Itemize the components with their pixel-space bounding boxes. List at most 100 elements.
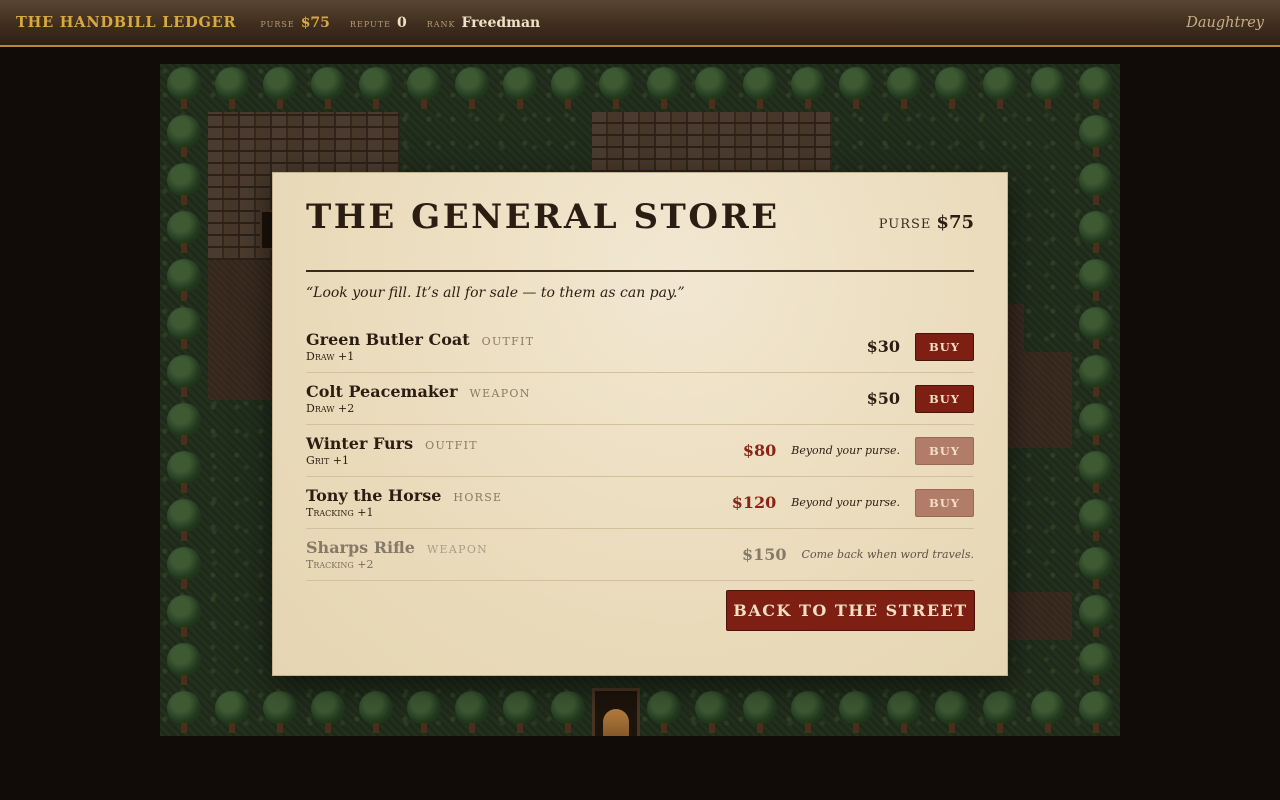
item-price: $30 [866, 337, 900, 356]
item-name: Green Butler Coat [306, 330, 470, 349]
dirt-yard-left [208, 260, 272, 400]
tree [976, 64, 1024, 112]
tree [1072, 208, 1120, 256]
tree [832, 688, 880, 736]
purse-value: $75 [300, 14, 330, 31]
tree [1072, 640, 1120, 688]
tree [1024, 688, 1072, 736]
tree [304, 64, 352, 112]
tree-line-top [160, 64, 1120, 112]
item-info: Tony the Horse HORSE Tracking +1 [306, 486, 732, 519]
building-right [592, 112, 832, 172]
tree [1072, 592, 1120, 640]
buy-button-colt-peacemaker[interactable]: BUY [915, 384, 974, 413]
item-bonus: Tracking +2 [306, 558, 374, 571]
item-category: OUTFIT [425, 439, 478, 452]
tree [160, 400, 208, 448]
item-price: $120 [731, 493, 777, 512]
store-dialog: THE GENERAL STORE PURSE $75 “Look your f… [272, 172, 1008, 676]
item-price: $50 [866, 389, 900, 408]
item-note: Beyond your purse. [791, 496, 900, 509]
tree [304, 688, 352, 736]
tree [160, 592, 208, 640]
item-title-row: Colt Peacemaker WEAPON [306, 382, 867, 401]
tree [1072, 352, 1120, 400]
buy-button-tony-the-horse[interactable]: BUY [915, 488, 974, 517]
item-bonus: Draw +2 [306, 402, 355, 415]
tree [880, 64, 928, 112]
tree [208, 688, 256, 736]
item-title-row: Green Butler Coat OUTFIT [306, 330, 867, 349]
tree [640, 64, 688, 112]
tree [1072, 160, 1120, 208]
rank-value: Freedman [461, 14, 541, 31]
tree [880, 688, 928, 736]
item-bonus: Grit +1 [306, 454, 350, 467]
tree-line-right [1072, 112, 1120, 688]
tree [256, 64, 304, 112]
tree [736, 64, 784, 112]
tree-line-bottom [160, 688, 1120, 736]
tree [352, 64, 400, 112]
tree [400, 64, 448, 112]
tree [832, 64, 880, 112]
item-category: OUTFIT [481, 335, 535, 348]
item-category: HORSE [453, 491, 503, 504]
tree [544, 688, 592, 736]
tree [1072, 64, 1120, 112]
tree [1072, 448, 1120, 496]
tree [1072, 256, 1120, 304]
tree [160, 256, 208, 304]
rank-label: rank [426, 16, 456, 30]
tree [1024, 64, 1072, 112]
player-name: Daughtrey [1186, 14, 1264, 31]
back-to-street-button[interactable]: BACK TO THE STREET [726, 590, 975, 631]
tree [448, 688, 496, 736]
tree [928, 64, 976, 112]
tree [160, 208, 208, 256]
store-purse-value: $75 [936, 212, 974, 233]
item-category: WEAPON [469, 387, 531, 400]
tree [640, 688, 688, 736]
game-title: THE HANDBILL LEDGER [16, 14, 237, 31]
item-title-row: Sharps Rifle WEAPON [306, 538, 742, 557]
item-row-tony-the-horse: Tony the Horse HORSE Tracking +1 $120 Be… [306, 477, 974, 529]
top-bar: THE HANDBILL LEDGER purse $75 repute 0 r… [0, 0, 1280, 47]
tree [160, 304, 208, 352]
tree [160, 448, 208, 496]
tree [448, 64, 496, 112]
item-price: $80 [742, 441, 777, 460]
dirt-path-right [1008, 352, 1072, 448]
repute-value: 0 [396, 14, 407, 31]
repute-label: repute [349, 16, 391, 30]
repute-stat: repute 0 [350, 15, 407, 31]
rank-stat: rank Freedman [427, 15, 541, 31]
item-row-colt-peacemaker: Colt Peacemaker WEAPON Draw +2 $50 BUY [306, 373, 974, 425]
item-note: Beyond your purse. [791, 444, 900, 457]
tree [256, 688, 304, 736]
item-title-row: Winter Furs OUTFIT [306, 434, 743, 453]
store-purse: PURSE $75 [879, 212, 974, 233]
tree [784, 64, 832, 112]
item-price: $150 [742, 545, 787, 564]
tree [784, 688, 832, 736]
tree [1072, 688, 1120, 736]
item-info: Colt Peacemaker WEAPON Draw +2 [306, 382, 867, 415]
buy-button-green-butler-coat[interactable]: BUY [915, 332, 974, 361]
item-row-winter-furs: Winter Furs OUTFIT Grit +1 $80 Beyond yo… [306, 425, 974, 477]
item-row-sharps-rifle: Sharps Rifle WEAPON Tracking +2 $150 Com… [306, 529, 974, 581]
item-locked-note: Come back when word travels. [801, 548, 974, 561]
item-info: Green Butler Coat OUTFIT Draw +1 [306, 330, 867, 363]
buy-button-winter-furs[interactable]: BUY [915, 436, 974, 465]
tree [160, 64, 208, 112]
tree [496, 688, 544, 736]
item-name: Winter Furs [306, 434, 414, 453]
purse-stat: purse $75 [260, 15, 330, 31]
tree [352, 688, 400, 736]
store-purse-label: PURSE [878, 217, 932, 232]
item-list: Green Butler Coat OUTFIT Draw +1 $30 BUY… [306, 321, 974, 581]
tree [544, 64, 592, 112]
tree [1072, 112, 1120, 160]
tree-line-left [160, 112, 208, 688]
tree [1072, 496, 1120, 544]
